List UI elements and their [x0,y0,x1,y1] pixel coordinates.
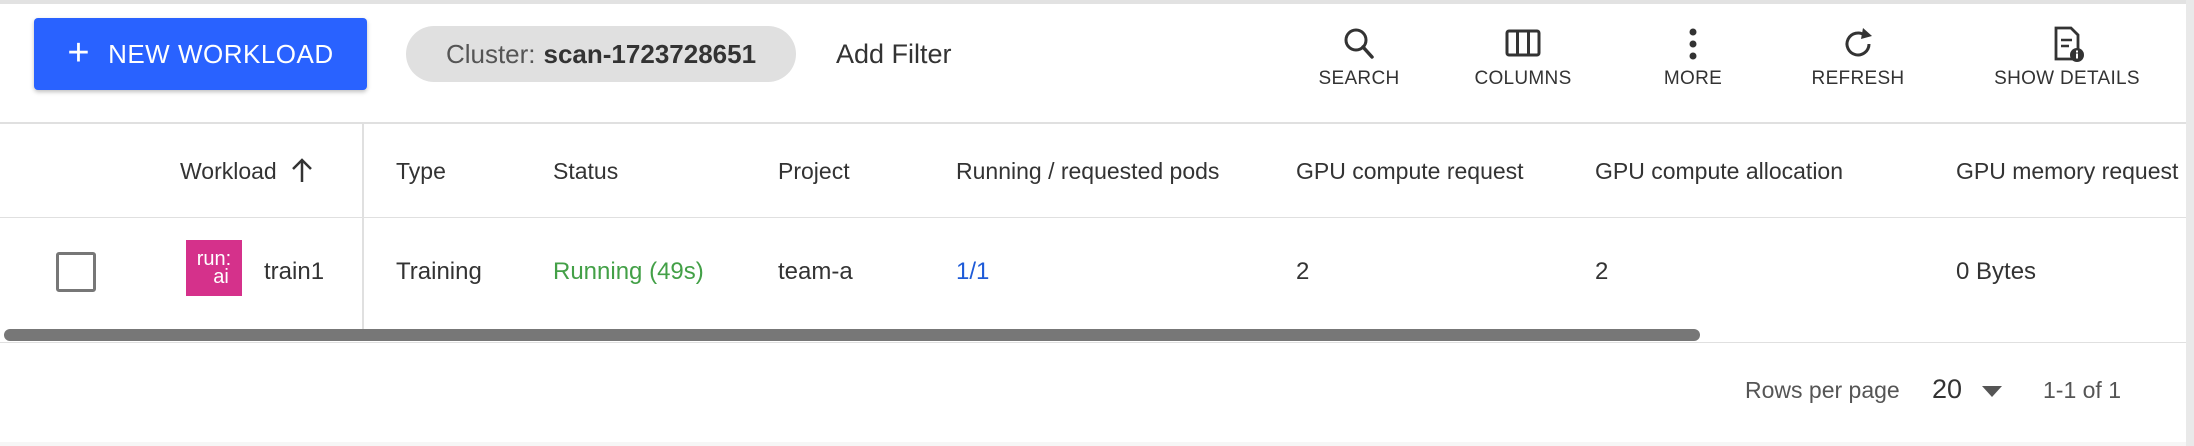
pagination-range: 1-1 of 1 [2043,377,2121,403]
cell-gpu-compute-allocation: 2 [1595,257,1609,285]
columns-button[interactable]: COLUMNS [1468,24,1578,94]
more-label: MORE [1663,68,1723,89]
column-header-gpu-compute-request[interactable]: GPU compute request [1296,124,1524,218]
more-button[interactable]: MORE [1650,24,1736,94]
refresh-label: REFRESH [1811,68,1905,89]
show-details-button[interactable]: SHOW DETAILS [1994,24,2140,94]
column-header-pods[interactable]: Running / requested pods [956,124,1219,218]
columns-icon [1505,29,1541,57]
table-row[interactable]: run: ai train1 Training Running (49s) te… [0,219,2186,324]
runai-logo-text: run: ai [197,249,231,288]
rows-per-page-value: 20 [1932,373,1963,404]
caret-down-icon [1982,385,2003,397]
column-header-workload[interactable]: Workload [180,124,317,218]
details-icon [2054,26,2084,62]
window-edge [2186,0,2194,446]
cell-gpu-compute-request: 2 [1296,257,1310,285]
cell-type: Training [396,257,482,285]
refresh-icon [1845,28,1872,57]
column-header-workload-label: Workload [180,157,277,184]
workloads-table: Workload Type Status Project Running / r… [0,122,2186,342]
plus-icon: + [67,32,91,74]
column-header-project[interactable]: Project [778,124,850,218]
search-icon [1344,28,1374,59]
add-filter-button[interactable]: Add Filter [836,26,952,82]
column-header-type[interactable]: Type [396,124,446,218]
table-header-row: Workload Type Status Project Running / r… [0,124,2186,218]
pagination-bar: Rows per page 20 1-1 of 1 [0,342,2186,442]
cell-pods-link[interactable]: 1/1 [956,219,989,324]
search-button[interactable]: SEARCH [1314,24,1404,94]
new-workload-label: NEW WORKLOAD [108,38,334,69]
cell-gpu-memory-request: 0 Bytes [1956,257,2037,285]
cluster-filter-prefix: Cluster: [445,38,536,69]
arrow-up-icon [291,158,312,182]
cell-status: Running (49s) [553,257,704,285]
cluster-filter-value: scan-1723728651 [543,38,757,69]
rows-per-page-select[interactable]: 20 [1932,371,2003,407]
column-header-status[interactable]: Status [553,124,618,218]
runai-logo-text-bottom: ai [213,266,229,288]
horizontal-scrollbar-thumb[interactable] [4,329,1700,341]
refresh-button[interactable]: REFRESH [1808,24,1908,94]
show-details-label: SHOW DETAILS [1994,68,2140,89]
row-select-checkbox[interactable] [56,252,96,292]
toolbar: + NEW WORKLOAD Cluster: scan-1723728651 … [0,4,2186,122]
search-label: SEARCH [1318,68,1400,89]
workloads-view: + NEW WORKLOAD Cluster: scan-1723728651 … [0,0,2194,446]
cell-project: team-a [778,257,853,285]
cluster-filter-chip[interactable]: Cluster: scan-1723728651 [406,26,796,82]
sticky-column-divider [362,124,364,329]
column-header-gpu-memory-request[interactable]: GPU memory request [1956,124,2178,218]
column-header-gpu-compute-allocation[interactable]: GPU compute allocation [1595,124,1843,218]
more-vert-icon [1689,28,1697,60]
new-workload-button[interactable]: + NEW WORKLOAD [34,18,367,90]
columns-label: COLUMNS [1474,68,1572,89]
cell-workload-name[interactable]: train1 [264,219,324,324]
rows-per-page-label: Rows per page [1745,377,1900,403]
runai-logo: run: ai [186,240,242,296]
